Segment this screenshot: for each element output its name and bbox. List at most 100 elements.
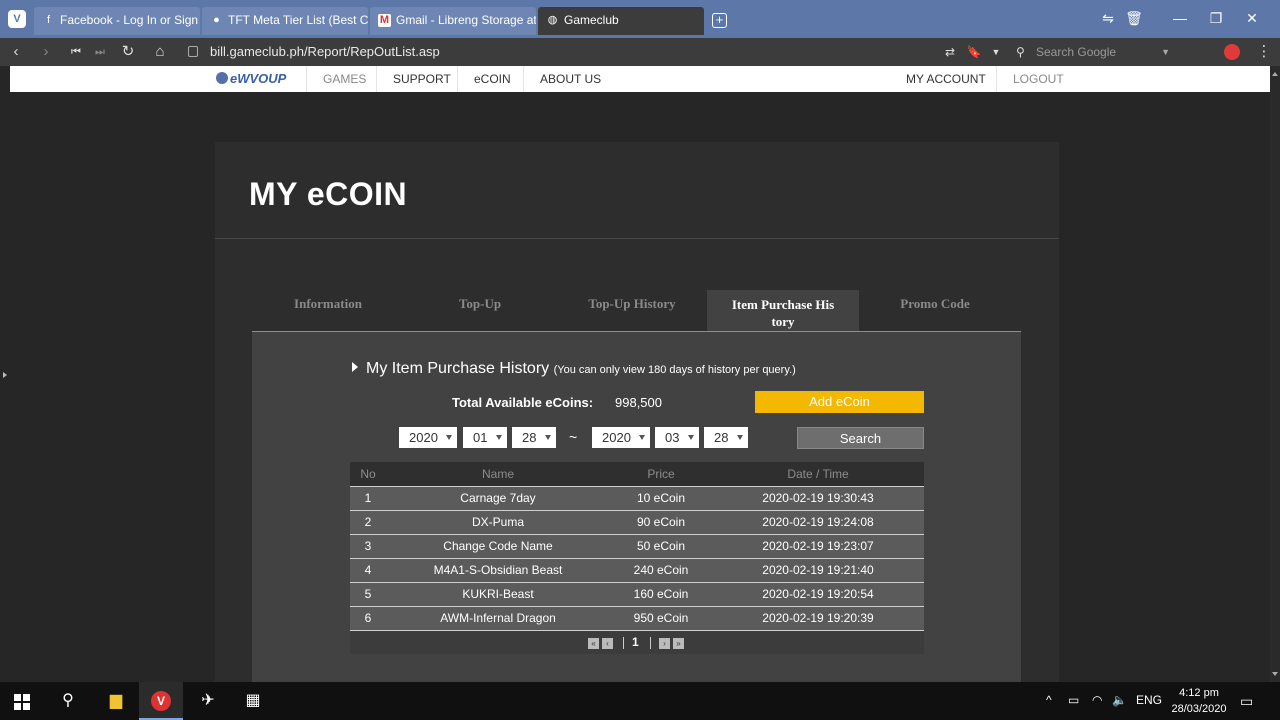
browser-tab-tft[interactable]: ● TFT Meta Tier List (Best Comps) — [202, 7, 368, 35]
tft-icon: ● — [213, 14, 220, 26]
last-page-icon[interactable]: » — [673, 638, 684, 649]
translate-icon[interactable]: ⇄ — [940, 42, 960, 62]
nav-ecoin[interactable]: eCOIN — [457, 66, 527, 92]
chevron-down-icon — [545, 435, 551, 440]
tab-top-up-history[interactable]: Top-Up History — [556, 290, 708, 332]
trash-icon[interactable]: 🗑 — [1124, 10, 1144, 27]
logo-emblem-icon — [216, 72, 228, 84]
calculator-icon[interactable]: ▦ — [231, 682, 275, 720]
table-row: 6 AWM-Infernal Dragon 950 eCoin 2020-02-… — [350, 606, 924, 630]
forward-button[interactable]: › — [36, 42, 56, 62]
balance-label: Total Available eCoins: — [452, 395, 594, 410]
nav-games[interactable]: GAMES — [306, 66, 382, 92]
tab-information[interactable]: Information — [252, 290, 404, 332]
nav-logout[interactable]: LOGOUT — [996, 66, 1080, 92]
add-ecoin-button[interactable]: Add eCoin — [755, 391, 924, 413]
browser-tab-facebook[interactable]: f Facebook - Log In or Sign Up — [34, 7, 200, 35]
page-title: MY eCOIN — [249, 176, 408, 212]
triangle-right-icon — [352, 362, 358, 372]
first-page-icon[interactable]: « — [588, 638, 599, 649]
wifi-icon[interactable]: ◠ — [1092, 693, 1102, 707]
page-number[interactable]: 1 — [632, 635, 639, 649]
game-launcher-icon[interactable]: ✈ — [186, 682, 230, 720]
url-field[interactable]: bill.gameclub.ph/Report/RepOutList.asp — [182, 41, 1002, 63]
site-nav-bar: eWVOUP GAMES SUPPORT eCOIN ABOUT US MY A… — [10, 66, 1270, 92]
vivaldi-icon[interactable]: V — [139, 682, 183, 720]
from-month-select[interactable]: 01 — [463, 427, 507, 448]
page-scrollbar[interactable] — [1270, 66, 1280, 682]
next-page-icon[interactable]: › — [659, 638, 670, 649]
to-day-select[interactable]: 28 — [704, 427, 748, 448]
home-button[interactable]: ⌂ — [150, 42, 170, 62]
bookmark-icon[interactable]: 🔖 — [964, 42, 984, 62]
chevron-down-icon — [446, 435, 452, 440]
more-menu-icon[interactable]: ⋮ — [1254, 42, 1274, 62]
search-dropdown-icon[interactable]: ▼ — [1161, 41, 1170, 63]
pagination-divider — [650, 637, 651, 649]
extension-icon[interactable] — [1224, 44, 1240, 60]
search-icon[interactable]: ⚲ — [46, 682, 90, 720]
browser-tab-bar: V f Facebook - Log In or Sign Up ● TFT M… — [0, 0, 1280, 38]
col-name: Name — [481, 467, 514, 481]
scroll-down-icon[interactable] — [1272, 672, 1278, 676]
windows-start-icon[interactable] — [14, 694, 30, 710]
system-clock[interactable]: 4:12 pm 28/03/2020 — [1168, 685, 1230, 717]
nav-support[interactable]: SUPPORT — [376, 66, 467, 92]
rewind-button[interactable]: ⏮ — [66, 42, 86, 62]
lock-icon — [188, 46, 198, 57]
pagination-divider — [623, 637, 624, 649]
tab-top-up[interactable]: Top-Up — [404, 290, 556, 332]
search-engine-input[interactable]: ⚲ Search Google ▼ — [1010, 41, 1176, 63]
browser-tab-gmail[interactable]: M Gmail - Libreng Storage at Email — [370, 7, 536, 35]
purchase-history-content: My Item Purchase History (You can only v… — [252, 332, 1021, 682]
nav-my-account[interactable]: MY ACCOUNT — [890, 66, 1002, 92]
tab-promo-code[interactable]: Promo Code — [859, 290, 1011, 332]
close-button[interactable]: ✕ — [1242, 10, 1262, 27]
gameclub-icon: ◍ — [547, 14, 558, 26]
pagination: « ‹ 1 › » — [350, 630, 924, 654]
from-day-select[interactable]: 28 — [512, 427, 556, 448]
title-divider — [215, 238, 1059, 239]
back-button[interactable]: ‹ — [6, 42, 26, 62]
col-no: No — [360, 467, 376, 481]
battery-icon[interactable]: ▭ — [1068, 693, 1079, 707]
site-logo[interactable]: eWVOUP — [216, 70, 292, 88]
address-toolbar: ‹ › ⏮ ⏭ ↻ ⌂ bill.gameclub.ph/Report/RepO… — [0, 38, 1280, 66]
tab-item-purchase-history[interactable]: Item Purchase His tory — [707, 290, 859, 332]
prev-page-icon[interactable]: ‹ — [602, 638, 613, 649]
nav-about-us[interactable]: ABOUT US — [523, 66, 617, 92]
notification-icon[interactable]: ▭ — [1240, 693, 1253, 710]
to-year-select[interactable]: 2020 — [592, 427, 650, 448]
to-month-select[interactable]: 03 — [655, 427, 699, 448]
table-row: 4 M4A1-S-Obsidian Beast 240 eCoin 2020-0… — [350, 558, 924, 582]
browser-tab-gameclub[interactable]: ◍ Gameclub — [538, 7, 704, 35]
from-year-select[interactable]: 2020 — [399, 427, 457, 448]
table-header: No Name Price Date / Time — [350, 462, 924, 486]
table-row: 2 DX-Puma 90 eCoin 2020-02-19 19:24:08 — [350, 510, 924, 534]
chevron-down-icon — [639, 435, 645, 440]
search-button[interactable]: Search — [797, 427, 924, 449]
gmail-icon: M — [378, 14, 391, 27]
show-hidden-icons[interactable]: ^ — [1046, 693, 1052, 707]
ecoin-panel: MY eCOIN Information Top-Up Top-Up Histo… — [215, 142, 1059, 682]
scroll-up-icon[interactable] — [1272, 72, 1278, 76]
sidebar-toggle-icon[interactable] — [3, 372, 7, 378]
file-explorer-icon[interactable]: ▆ — [94, 682, 138, 720]
table-row: 5 KUKRI-Beast 160 eCoin 2020-02-19 19:20… — [350, 582, 924, 606]
table-row: 1 Carnage 7day 10 eCoin 2020-02-19 19:30… — [350, 486, 924, 510]
vivaldi-menu-icon[interactable]: V — [8, 10, 26, 28]
new-tab-button[interactable]: + — [712, 13, 727, 28]
restore-button[interactable]: ❐ — [1206, 10, 1226, 27]
tab-sync-icon[interactable]: ⇋ — [1098, 10, 1118, 27]
chevron-down-icon — [496, 435, 502, 440]
volume-icon[interactable]: 🔈 — [1112, 693, 1127, 707]
reload-button[interactable]: ↻ — [118, 42, 138, 62]
table-row: 3 Change Code Name 50 eCoin 2020-02-19 1… — [350, 534, 924, 558]
date-range-separator: ~ — [569, 429, 578, 445]
fast-forward-button[interactable]: ⏭ — [90, 42, 110, 62]
input-language[interactable]: ENG — [1136, 693, 1162, 707]
facebook-icon: f — [46, 14, 51, 26]
search-icon: ⚲ — [1016, 45, 1025, 59]
chevron-down-icon[interactable]: ▼ — [986, 42, 1006, 62]
minimize-button[interactable]: — — [1170, 10, 1190, 26]
